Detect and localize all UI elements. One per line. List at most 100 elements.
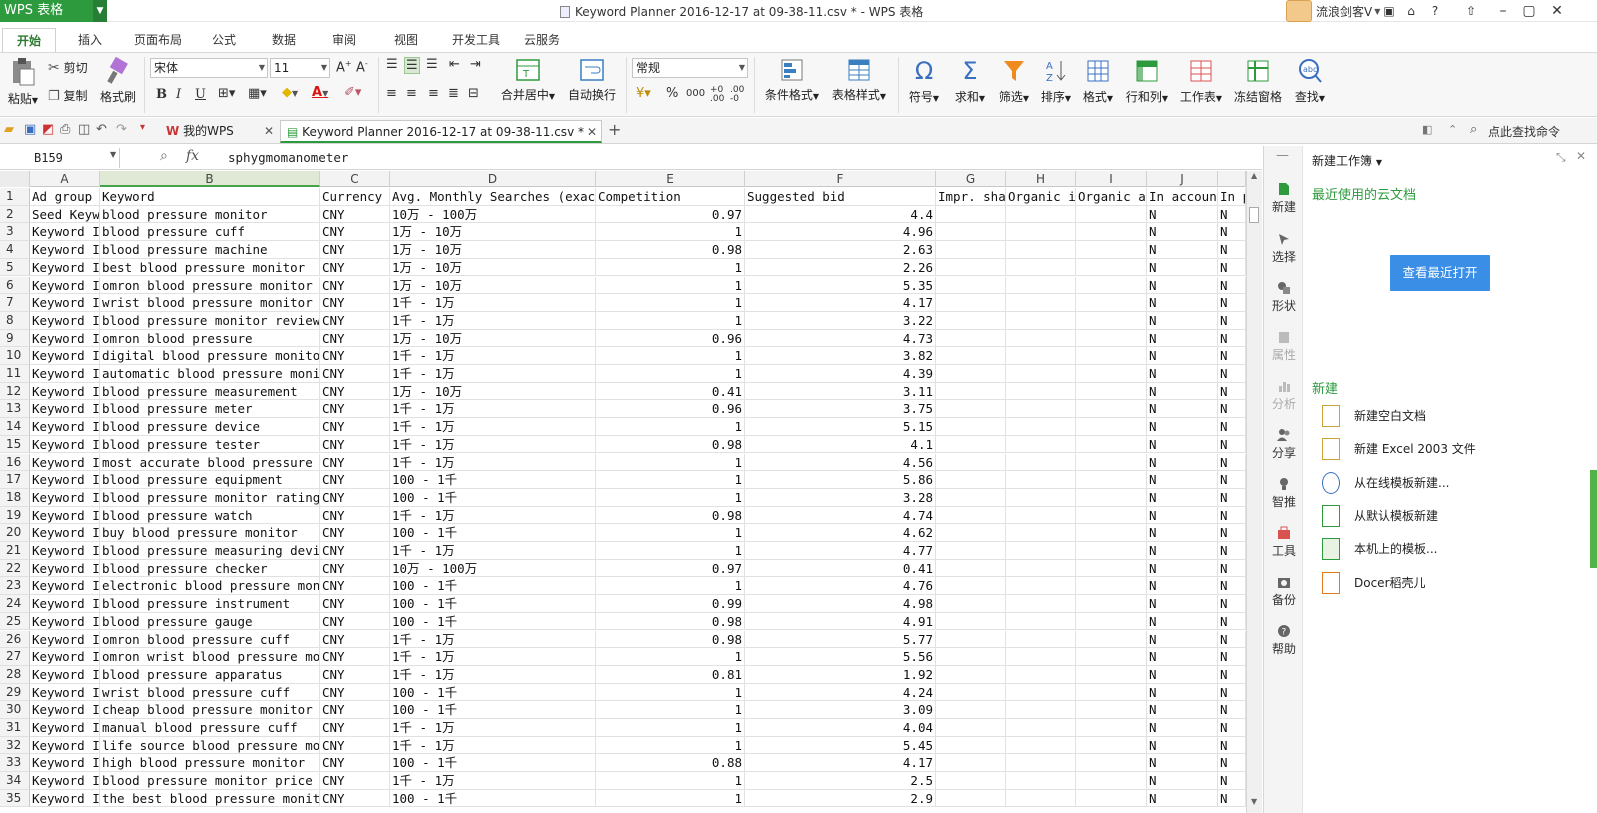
table-cell[interactable]: CNY: [320, 435, 390, 454]
header-cell[interactable]: Currency: [320, 188, 390, 206]
table-cell[interactable]: 0.98: [596, 506, 745, 525]
align-top-icon[interactable]: ☰: [386, 57, 398, 72]
table-cell[interactable]: 0.41: [596, 382, 745, 401]
table-cell[interactable]: 3.11: [745, 382, 936, 401]
table-cell[interactable]: [936, 400, 1006, 419]
table-cell[interactable]: 1千 - 1万: [390, 772, 596, 790]
table-cell[interactable]: 5.15: [745, 418, 936, 436]
row-header[interactable]: 23: [0, 577, 30, 596]
table-cell[interactable]: CNY: [320, 524, 390, 542]
table-cell[interactable]: [1076, 205, 1147, 224]
table-cell[interactable]: N: [1218, 577, 1246, 596]
row-header[interactable]: 11: [0, 365, 30, 383]
table-cell[interactable]: Keyword Ideas: [30, 736, 100, 755]
table-cell[interactable]: N: [1218, 347, 1246, 365]
table-cell[interactable]: Keyword Ideas: [30, 294, 100, 312]
table-cell[interactable]: 1千 - 1万: [390, 453, 596, 472]
formula-input[interactable]: sphygmomanometer: [228, 150, 348, 165]
table-cell[interactable]: Seed Keywords: [30, 205, 100, 224]
table-cell[interactable]: [1006, 665, 1076, 684]
table-cell[interactable]: 4.96: [745, 223, 936, 242]
table-cell[interactable]: N: [1218, 400, 1246, 419]
table-cell[interactable]: [1076, 595, 1147, 613]
table-cell[interactable]: 1: [596, 736, 745, 755]
table-cell[interactable]: 1万 - 10万: [390, 276, 596, 295]
table-cell[interactable]: N: [1147, 453, 1218, 472]
cell-style-icon[interactable]: ▦▾: [248, 86, 267, 101]
table-cell[interactable]: N: [1147, 595, 1218, 613]
table-cell[interactable]: 0.96: [596, 400, 745, 419]
tab-page-layout[interactable]: 页面布局: [126, 28, 190, 52]
print-icon[interactable]: ⎙: [60, 122, 70, 137]
table-cell[interactable]: [1006, 276, 1076, 295]
user-name[interactable]: 流浪剑客V: [1316, 3, 1372, 20]
row-header[interactable]: 12: [0, 382, 30, 401]
paste-dropdown-icon[interactable]: ▼: [32, 96, 38, 105]
table-cell[interactable]: 100 - 1千: [390, 577, 596, 596]
table-cell[interactable]: [1076, 630, 1147, 649]
table-cell[interactable]: blood pressure tester: [100, 435, 320, 454]
table-cell[interactable]: N: [1218, 648, 1246, 666]
format-button[interactable]: 格式▼: [1078, 57, 1118, 105]
table-cell[interactable]: [1006, 488, 1076, 507]
table-cell[interactable]: Keyword Ideas: [30, 241, 100, 259]
table-cell[interactable]: CNY: [320, 559, 390, 578]
row-header[interactable]: 1: [0, 188, 30, 206]
table-cell[interactable]: [1006, 772, 1076, 790]
table-cell[interactable]: [1006, 542, 1076, 560]
customize-icon[interactable]: ▾: [140, 122, 145, 133]
table-cell[interactable]: 1千 - 1万: [390, 506, 596, 525]
table-cell[interactable]: N: [1218, 311, 1246, 330]
search-icon[interactable]: ⌕: [1470, 122, 1477, 137]
table-cell[interactable]: [1076, 258, 1147, 277]
table-cell[interactable]: 4.73: [745, 329, 936, 348]
table-cell[interactable]: best blood pressure monitor: [100, 258, 320, 277]
table-cell[interactable]: omron blood pressure monitor: [100, 276, 320, 295]
decrease-decimal-icon[interactable]: .00 -0: [730, 86, 744, 104]
table-cell[interactable]: 1万 - 10万: [390, 329, 596, 348]
table-cell[interactable]: Keyword Ideas: [30, 595, 100, 613]
table-cell[interactable]: CNY: [320, 311, 390, 330]
table-cell[interactable]: CNY: [320, 258, 390, 277]
merge-dropdown-icon[interactable]: ▼: [549, 92, 555, 101]
table-cell[interactable]: 0.97: [596, 205, 745, 224]
table-cell[interactable]: N: [1147, 524, 1218, 542]
table-cell[interactable]: electronic blood pressure monitor: [100, 577, 320, 596]
table-cell[interactable]: [1006, 258, 1076, 277]
rail-select[interactable]: 选择: [1264, 232, 1304, 265]
table-cell[interactable]: 1: [596, 276, 745, 295]
table-cell[interactable]: 1千 - 1万: [390, 365, 596, 383]
table-cell[interactable]: [936, 382, 1006, 401]
table-cell[interactable]: 100 - 1千: [390, 789, 596, 808]
header-cell[interactable]: Suggested bid: [745, 188, 936, 206]
table-cell[interactable]: Keyword Ideas: [30, 683, 100, 702]
table-cell[interactable]: Keyword Ideas: [30, 223, 100, 242]
row-header[interactable]: 34: [0, 772, 30, 790]
table-cell[interactable]: 4.98: [745, 595, 936, 613]
column-header[interactable]: G: [936, 171, 1006, 187]
table-cell[interactable]: N: [1218, 542, 1246, 560]
scroll-down-icon[interactable]: ▼: [1251, 797, 1257, 806]
header-cell[interactable]: Avg. Monthly Searches (exact match only): [390, 188, 596, 206]
table-cell[interactable]: blood pressure meter: [100, 400, 320, 419]
table-cell[interactable]: [1076, 701, 1147, 719]
number-format-select[interactable]: 常规 ▼: [632, 58, 748, 78]
table-cell[interactable]: CNY: [320, 365, 390, 383]
table-cell[interactable]: N: [1147, 241, 1218, 259]
row-header[interactable]: 3: [0, 223, 30, 242]
new-tab-icon[interactable]: +: [608, 120, 621, 139]
table-cell[interactable]: N: [1218, 665, 1246, 684]
table-cell[interactable]: [936, 347, 1006, 365]
fill-color-icon[interactable]: ◆▼: [282, 85, 298, 100]
comma-style-icon[interactable]: 000: [686, 88, 705, 99]
table-cell[interactable]: CNY: [320, 719, 390, 737]
rail-collapse-icon[interactable]: —: [1276, 148, 1289, 163]
underline-icon[interactable]: U: [195, 87, 206, 102]
percent-icon[interactable]: %: [666, 86, 678, 101]
table-cell[interactable]: 1千 - 1万: [390, 665, 596, 684]
table-cell[interactable]: 1: [596, 789, 745, 808]
table-cell[interactable]: 100 - 1千: [390, 488, 596, 507]
table-cell[interactable]: [936, 506, 1006, 525]
command-search[interactable]: 点此查找命令: [1488, 123, 1560, 140]
table-cell[interactable]: [1006, 595, 1076, 613]
